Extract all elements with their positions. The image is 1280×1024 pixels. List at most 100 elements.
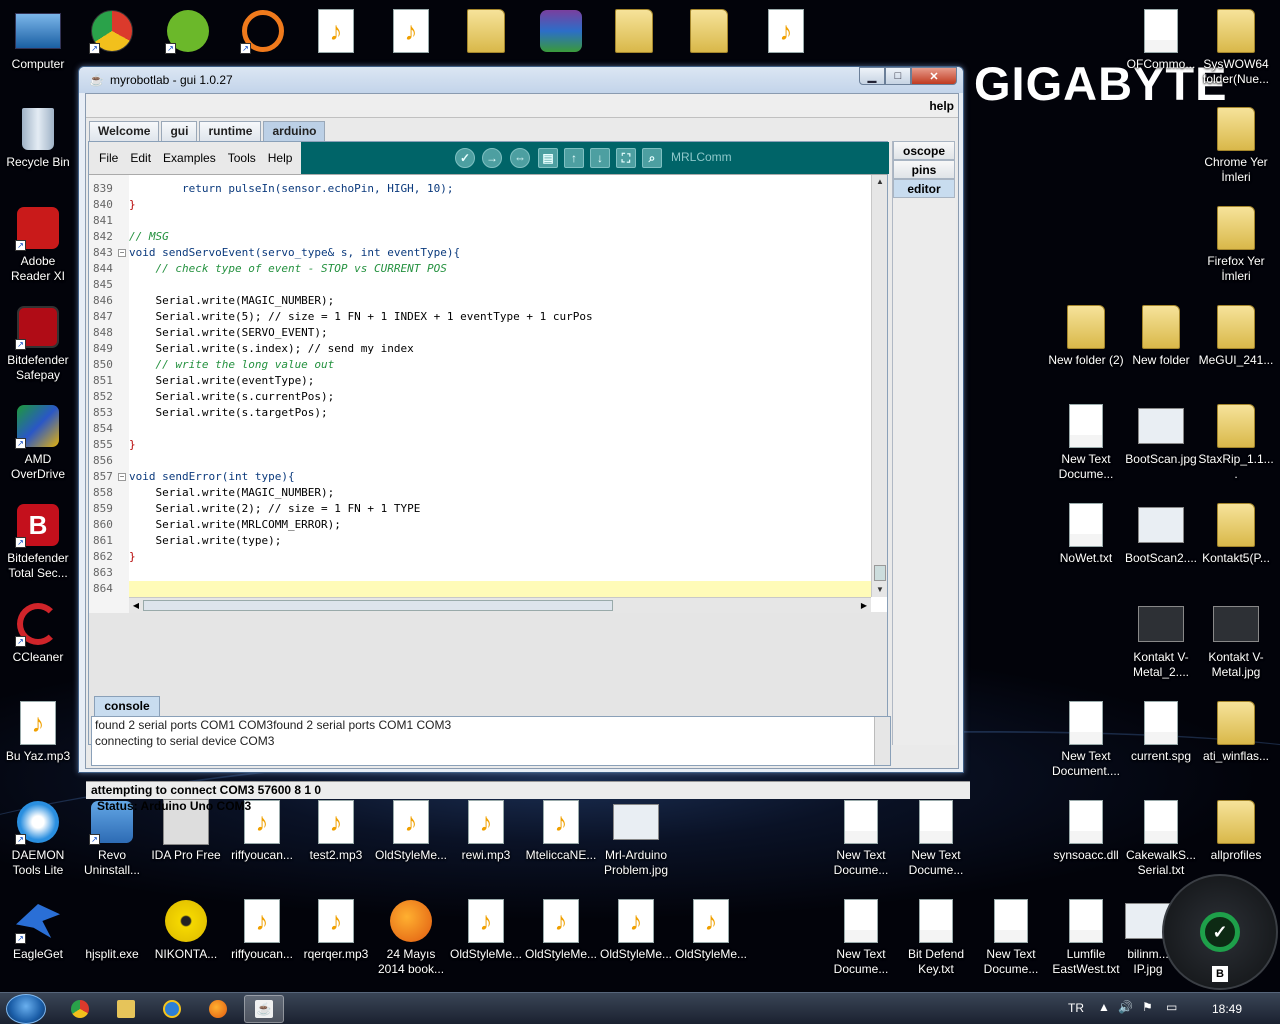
desktop-icon-folder-c[interactable] [671,8,747,54]
scroll-up-icon[interactable]: ▲ [873,175,887,189]
menu-edit[interactable]: Edit [130,151,151,165]
desktop-icon-ccleaner[interactable]: ↗ CCleaner [0,601,76,665]
desktop-icon-folder-a[interactable] [448,8,524,54]
desktop-icon-staxrip[interactable]: StaxRip_1.1.... [1198,403,1274,482]
taskbar-explorer[interactable] [106,995,146,1023]
console-scrollbar[interactable] [874,717,890,765]
menu-examples[interactable]: Examples [163,151,216,165]
code-editor[interactable]: 839 840 841 842 843−844 845 846 847 848 849 850 851… [89,174,887,613]
desktop-icon-new-text-6[interactable]: New Text Docume... [973,898,1049,977]
desktop-icon-current-spg[interactable]: current.spg [1123,700,1199,764]
scroll-thumb[interactable] [874,565,886,581]
desktop-icon-winrar[interactable] [523,8,599,54]
desktop-icon-oldstyle-2[interactable]: ♪ OldStyleMe... [448,898,524,962]
tab-runtime[interactable]: runtime [199,121,262,141]
menu-help[interactable]: Help [268,151,293,165]
close-button[interactable]: ✕ [911,67,957,85]
desktop-icon-bootscan[interactable]: BootScan.jpg [1123,403,1199,467]
desktop-icon-mp3-c[interactable]: ♪ [748,8,824,54]
desktop-icon-adobe-reader[interactable]: ↗ Adobe Reader XI [0,205,76,284]
desktop-icon-new-folder[interactable]: New folder [1123,304,1199,368]
desktop-icon-new-text-5[interactable]: New Text Docume... [823,898,899,977]
desktop-icon-syswow64[interactable]: SysWOW64 folder(Nue... [1198,8,1274,87]
minimize-button[interactable]: ▁ [859,67,885,85]
desktop-icon-synsoacc[interactable]: synsoacc.dll [1048,799,1124,863]
desktop-icon-ati-winflash[interactable]: ati_winflas... [1198,700,1274,764]
desktop-icon-bu-yaz[interactable]: ♪ Bu Yaz.mp3 [0,700,76,764]
title-bar[interactable]: ☕ myrobotlab - gui 1.0.27 ▁ □ ✕ [79,67,963,93]
desktop-icon-kontakt-vmetal2[interactable]: Kontakt V-Metal_2.... [1123,601,1199,680]
desktop-icon-firefox-bookmarks[interactable]: Firefox Yer İmleri [1198,205,1274,284]
tab-arduino[interactable]: arduino [263,121,326,141]
desktop-icon-bitdefender-total[interactable]: B ↗ Bitdefender Total Sec... [0,502,76,581]
desktop-icon-nowet[interactable]: NoWet.txt [1048,502,1124,566]
taskbar-java[interactable]: ☕ [244,995,284,1023]
volume-icon[interactable]: 🔊 [1118,1000,1133,1014]
menu-tools[interactable]: Tools [228,151,256,165]
maximize-button[interactable]: □ [885,67,911,85]
bitdefender-widget[interactable]: ✓ B [1162,874,1278,990]
desktop-icon-player[interactable]: ↗ [225,8,301,54]
tab-editor[interactable]: editor [893,179,955,198]
new-icon[interactable]: ⇔ [510,148,530,168]
tab-console[interactable]: console [94,696,160,716]
fold-icon[interactable]: − [118,249,126,257]
desktop-icon-book[interactable]: 24 Mayıs 2014 book... [373,898,449,977]
desktop-icon-cakewalk[interactable]: CakewalkS... Serial.txt [1123,799,1199,878]
desktop-icon-mp3-a[interactable]: ♪ [298,8,374,54]
desktop-icon-new-text-4[interactable]: New Text Docume... [898,799,974,878]
desktop-icon-rqerqer[interactable]: ♪ rqerqer.mp3 [298,898,374,962]
start-button[interactable] [6,994,46,1024]
serial-monitor-icon[interactable]: ⌕ [642,148,662,168]
desktop-icon-utorrent[interactable]: ↗ [150,8,226,54]
editor-vertical-scrollbar[interactable]: ▲ ▼ [871,175,887,597]
desktop-icon-eagleget[interactable]: ↗ EagleGet [0,898,76,962]
desktop-icon-mp3-b[interactable]: ♪ [373,8,449,54]
desktop-icon-bitdefend-key[interactable]: Bit Defend Key.txt [898,898,974,977]
language-indicator[interactable]: TR [1068,1001,1084,1015]
desktop-icon-oldstyle-4[interactable]: ♪ OldStyleMe... [598,898,674,962]
help-menu[interactable]: help [929,99,954,113]
desktop-icon-computer[interactable]: Computer [0,8,76,72]
scroll-right-icon[interactable]: ▶ [857,598,871,613]
desktop-icon-megui[interactable]: MeGUI_241... [1198,304,1274,368]
network-icon[interactable]: ▭ [1166,1000,1177,1014]
verify-icon[interactable]: ✓ [455,148,475,168]
desktop-icon-oldstyle-5[interactable]: ♪ OldStyleMe... [673,898,749,962]
editor-horizontal-scrollbar[interactable]: ◀ ▶ [129,597,871,613]
export-icon[interactable]: ↓ [590,148,610,168]
desktop-icon-bootscan2[interactable]: BootScan2.... [1123,502,1199,566]
taskbar-ie[interactable] [152,995,192,1023]
hscroll-thumb[interactable] [143,600,613,611]
code-area[interactable]: return pulseIn(sensor.echoPin, HIGH, 10)… [129,175,871,613]
console-output[interactable]: found 2 serial ports COM1 COM3found 2 se… [91,716,891,766]
desktop-icon-ofcommon[interactable]: OFCommo... [1123,8,1199,72]
desktop-icon-hjsplit[interactable]: hjsplit.exe [74,898,150,962]
upload-icon[interactable]: → [482,148,502,168]
desktop-icon-chrome-bookmarks[interactable]: Chrome Yer İmleri [1198,106,1274,185]
tab-gui[interactable]: gui [161,121,198,141]
desktop-icon-riffyoucan-2[interactable]: ♪ riffyoucan... [224,898,300,962]
taskbar-chrome[interactable] [60,995,100,1023]
desktop-icon-nikon[interactable]: NIKONTA... [148,898,224,962]
desktop-icon-chrome[interactable]: ↗ [74,8,150,54]
desktop-icon-oldstyle-3[interactable]: ♪ OldStyleMe... [523,898,599,962]
scroll-down-icon[interactable]: ▼ [873,583,887,597]
open-icon[interactable]: ▤ [538,148,558,168]
clock[interactable]: 18:49 [1212,1002,1242,1016]
desktop-icon-new-text-1[interactable]: New Text Docume... [1048,403,1124,482]
save-icon[interactable]: ↑ [564,148,584,168]
taskbar-firefox[interactable] [198,995,238,1023]
scroll-left-icon[interactable]: ◀ [129,598,143,613]
menu-file[interactable]: File [99,151,118,165]
desktop-icon-bitdefender-safepay[interactable]: ↗ Bitdefender Safepay [0,304,76,383]
desktop-icon-folder-b[interactable] [596,8,672,54]
desktop-icon-recycle-bin[interactable]: Recycle Bin [0,106,76,170]
fold-icon[interactable]: − [118,473,126,481]
tab-pins[interactable]: pins [893,160,955,179]
desktop-icon-allprofiles[interactable]: allprofiles [1198,799,1274,863]
desktop-icon-kontakt-vmetal[interactable]: Kontakt V-Metal.jpg [1198,601,1274,680]
desktop-icon-lumfile[interactable]: Lumfile EastWest.txt [1048,898,1124,977]
desktop-icon-kontakt5[interactable]: Kontakt5(P... [1198,502,1274,566]
tab-welcome[interactable]: Welcome [89,121,160,141]
